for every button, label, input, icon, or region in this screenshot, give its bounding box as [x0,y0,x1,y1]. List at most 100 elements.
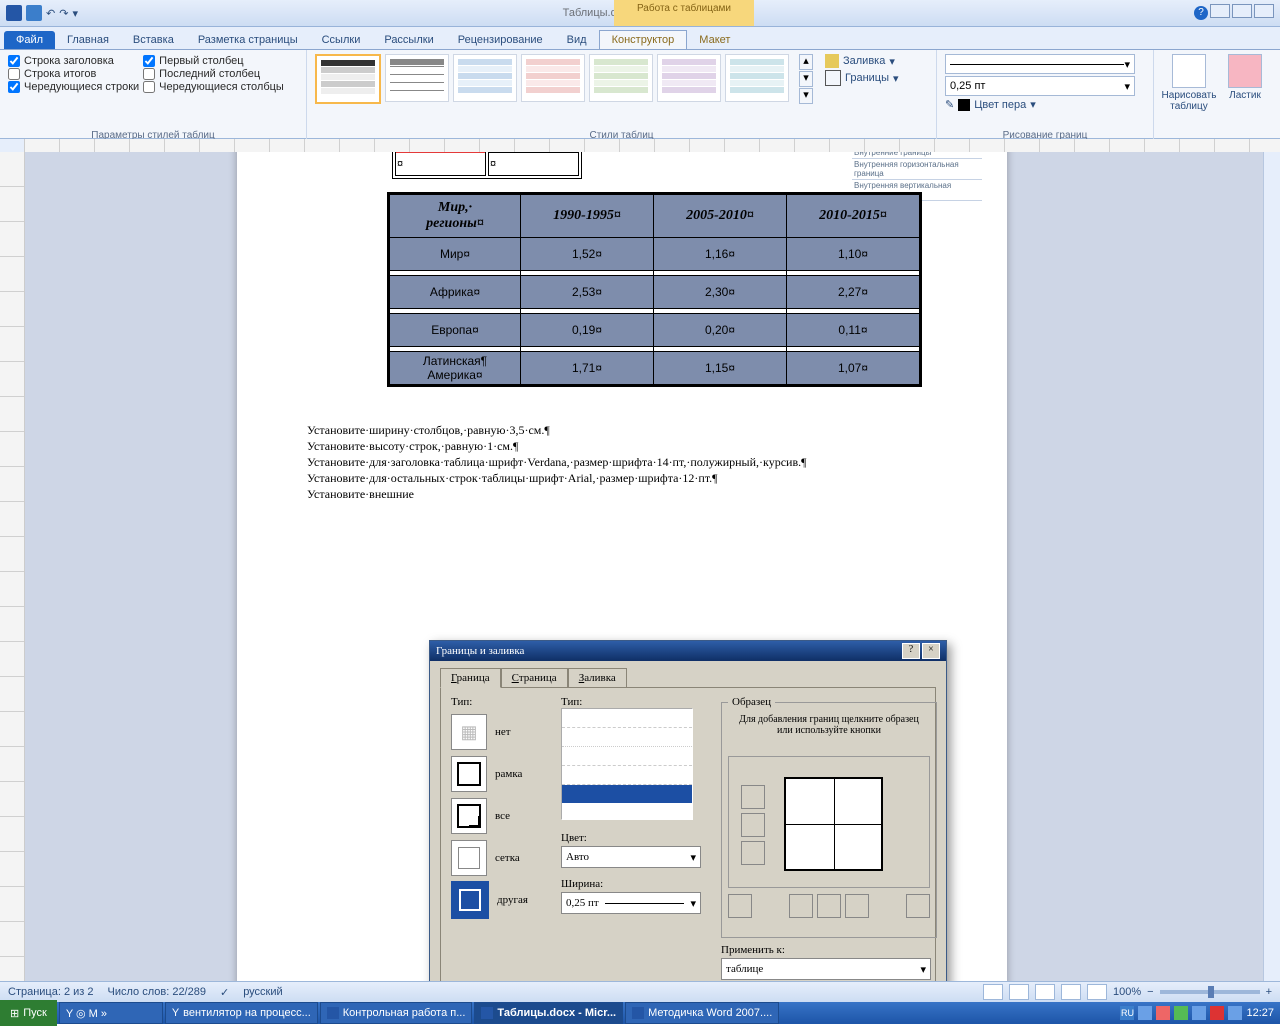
undo-icon[interactable]: ↶ [46,7,55,20]
sample-preview[interactable] [728,756,930,888]
pen-color-button[interactable]: ✎Цвет пера ▾ [945,98,1036,111]
zoom-in-icon[interactable]: + [1266,986,1272,998]
chk-last-col[interactable]: Последний столбец [143,68,284,80]
table-style-5[interactable] [589,54,653,102]
type-custom[interactable]: другая [451,882,551,918]
line-weight-combo[interactable]: 0,25 пт▾ [945,76,1135,96]
type-grid[interactable]: сетка [451,840,551,876]
tab-references[interactable]: Ссылки [310,31,373,49]
tab-page-layout[interactable]: Разметка страницы [186,31,310,49]
body-text[interactable]: Установите·ширину·столбцов,·равную·3,5·с… [307,422,807,502]
chk-banded-rows[interactable]: Чередующиеся строки [8,81,139,93]
save-icon[interactable] [26,5,42,21]
edge-mid-h-btn[interactable] [741,813,765,837]
tray-icon[interactable] [1138,1006,1152,1020]
type-all[interactable]: все [451,798,551,834]
dialog-titlebar[interactable]: Границы и заливка ?× [430,641,946,661]
vertical-ruler[interactable] [0,152,25,982]
table-style-3[interactable] [453,54,517,102]
vertical-scrollbar[interactable] [1263,152,1280,982]
tab-review[interactable]: Рецензирование [446,31,555,49]
edge-top-btn[interactable] [741,785,765,809]
edge-diag2-btn[interactable] [906,894,930,918]
th-2005[interactable]: 2005-2010¤ [654,194,787,238]
edge-mid-v-btn[interactable] [817,894,841,918]
table-style-6[interactable] [657,54,721,102]
cell[interactable]: 2,27¤ [787,276,921,309]
main-data-table[interactable]: Мир,· регионы¤ 1990-1995¤ 2005-2010¤ 201… [387,192,922,387]
tray-icon[interactable]: RU [1120,1006,1134,1020]
edge-left-btn[interactable] [789,894,813,918]
dlg-tab-border[interactable]: Граница [440,668,501,688]
gallery-scroll[interactable]: ▴ ▾ ▾ [799,54,813,104]
task-browser[interactable]: Yвентилятор на процесс... [165,1002,318,1024]
view-full-screen[interactable] [1009,984,1029,1000]
cell[interactable]: 1,71¤ [521,352,654,386]
proofing-icon[interactable]: ✓ [220,986,229,999]
cell[interactable]: 0,20¤ [654,314,787,347]
cell[interactable]: 1,07¤ [787,352,921,386]
toc-inner-borders[interactable]: Внутренние границы [852,152,982,159]
cell[interactable]: Европа¤ [389,314,521,347]
dialog-help-icon[interactable]: ? [902,643,920,659]
width-combo[interactable]: 0,25 пт▾ [561,892,701,914]
tab-mailings[interactable]: Рассылки [372,31,445,49]
type-none[interactable]: ▦нет [451,714,551,750]
close-icon[interactable] [1254,4,1274,18]
chk-banded-cols[interactable]: Чередующиеся столбцы [143,81,284,93]
tray-icon[interactable] [1228,1006,1242,1020]
table-style-1[interactable] [315,54,381,104]
restore-icon[interactable] [1232,4,1252,18]
cell[interactable]: 1,10¤ [787,238,921,271]
borders-button[interactable]: Границы ▾ [825,70,899,86]
chk-header-row[interactable]: Строка заголовка [8,55,139,67]
task-word2[interactable]: Таблицы.docx - Micr... [474,1002,623,1024]
quicklaunch[interactable]: Y ◎ M » [59,1002,163,1024]
task-word3[interactable]: Методичка Word 2007.... [625,1002,779,1024]
view-web[interactable] [1035,984,1055,1000]
dlg-tab-fill[interactable]: Заливка [568,668,627,688]
tray-clock[interactable]: 12:27 [1246,1007,1274,1019]
draw-table-button[interactable]: Нарисовать таблицу [1165,54,1213,112]
qat-more-icon[interactable]: ▾ [72,7,78,20]
cell[interactable]: 1,52¤ [521,238,654,271]
task-word1[interactable]: Контрольная работа п... [320,1002,473,1024]
th-1990[interactable]: 1990-1995¤ [521,194,654,238]
th-2010[interactable]: 2010-2015¤ [787,194,921,238]
status-language[interactable]: русский [243,986,282,999]
tray-icon[interactable] [1174,1006,1188,1020]
edge-bottom-btn[interactable] [741,841,765,865]
cell[interactable]: Мир¤ [389,238,521,271]
eraser-button[interactable]: Ластик [1221,54,1269,101]
edge-diag1-btn[interactable] [728,894,752,918]
zoom-percent[interactable]: 100% [1113,986,1141,998]
tab-file[interactable]: Файл [4,31,55,49]
cell[interactable]: 0,11¤ [787,314,921,347]
start-button[interactable]: ⊞Пуск [0,1000,57,1026]
cell[interactable]: 1,15¤ [654,352,787,386]
shading-button[interactable]: Заливка ▾ [825,54,899,68]
apply-combo[interactable]: таблице▾ [721,958,931,980]
tray-icon[interactable] [1156,1006,1170,1020]
help-icon[interactable]: ? [1194,6,1208,20]
table-style-2[interactable] [385,54,449,102]
color-combo[interactable]: Авто▾ [561,846,701,868]
zoom-out-icon[interactable]: − [1147,986,1153,998]
view-outline[interactable] [1061,984,1081,1000]
redo-icon[interactable]: ↷ [59,7,68,20]
type-box[interactable]: рамка [451,756,551,792]
tab-home[interactable]: Главная [55,31,121,49]
view-draft[interactable] [1087,984,1107,1000]
document-canvas[interactable]: ¤¤ Внутренние границы Внутренняя горизон… [25,152,1263,982]
status-words[interactable]: Число слов: 22/289 [108,986,206,999]
cell[interactable]: 2,30¤ [654,276,787,309]
tab-view[interactable]: Вид [555,31,599,49]
cell[interactable]: 2,53¤ [521,276,654,309]
line-style-combo[interactable]: ▾ [945,54,1135,74]
tab-table-layout[interactable]: Макет [687,31,742,49]
cell[interactable]: Африка¤ [389,276,521,309]
cell[interactable]: 0,19¤ [521,314,654,347]
toc-inner-h-border[interactable]: Внутренняя горизонтальная граница [852,159,982,180]
cell[interactable]: Латинская¶ Америка¤ [389,352,521,386]
minimize-icon[interactable] [1210,4,1230,18]
